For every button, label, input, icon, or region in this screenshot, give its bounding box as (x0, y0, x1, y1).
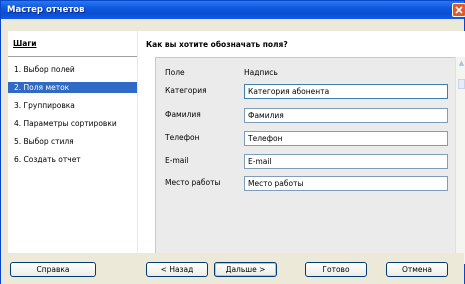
field-name-phone: Телефон (165, 133, 200, 142)
label-input-workplace[interactable] (244, 176, 448, 191)
label-input-email[interactable] (244, 154, 448, 169)
close-button[interactable] (452, 3, 465, 17)
step-create-report[interactable]: 6. Создать отчет (8, 154, 137, 165)
cancel-button[interactable]: Отмена (386, 262, 448, 277)
step-sort-options[interactable]: 4. Параметры сортировки (8, 118, 137, 129)
labels-panel: Поле Надпись Категория Фамилия Телефон E… (155, 57, 465, 264)
back-button[interactable]: < Назад (146, 262, 208, 277)
steps-divider (8, 56, 137, 57)
label-input-surname[interactable] (244, 108, 448, 123)
page-title: Как вы хотите обозначать поля? (146, 40, 288, 49)
finish-button[interactable]: Готово (305, 262, 367, 277)
label-input-category[interactable] (244, 84, 448, 99)
title-bar[interactable]: Мастер отчетов (1, 1, 465, 19)
steps-heading: Шаги (13, 39, 37, 48)
column-header-label: Надпись (244, 68, 278, 77)
window-title: Мастер отчетов (7, 5, 85, 15)
step-choose-style[interactable]: 5. Выбор стиля (8, 136, 137, 147)
step-grouping[interactable]: 3. Группировка (8, 100, 137, 111)
column-header-field: Поле (165, 68, 185, 77)
step-field-labels[interactable]: 2. Поля меток (8, 82, 137, 93)
field-name-surname: Фамилия (165, 110, 201, 119)
field-name-email: E-mail (165, 156, 189, 165)
help-button[interactable]: Справка (10, 262, 96, 277)
button-bar: Справка < Назад Дальше > Готово Отмена (1, 253, 464, 284)
report-wizard-window: Мастер отчетов Шаги 1. Выбор полей 2. По… (0, 0, 465, 284)
step-select-fields[interactable]: 1. Выбор полей (8, 64, 137, 75)
next-button[interactable]: Дальше > (214, 262, 277, 277)
scroll-thumb[interactable] (458, 79, 465, 89)
vertical-scrollbar[interactable]: ▲ ▼ (455, 57, 465, 264)
label-input-phone[interactable] (244, 131, 448, 146)
main-content: Как вы хотите обозначать поля? Поле Надп… (138, 31, 465, 264)
scroll-up-icon[interactable]: ▲ (457, 59, 465, 68)
field-name-workplace: Место работы (165, 178, 221, 187)
steps-sidebar: Шаги 1. Выбор полей 2. Поля меток 3. Гру… (8, 31, 137, 253)
field-name-category: Категория (165, 86, 207, 95)
